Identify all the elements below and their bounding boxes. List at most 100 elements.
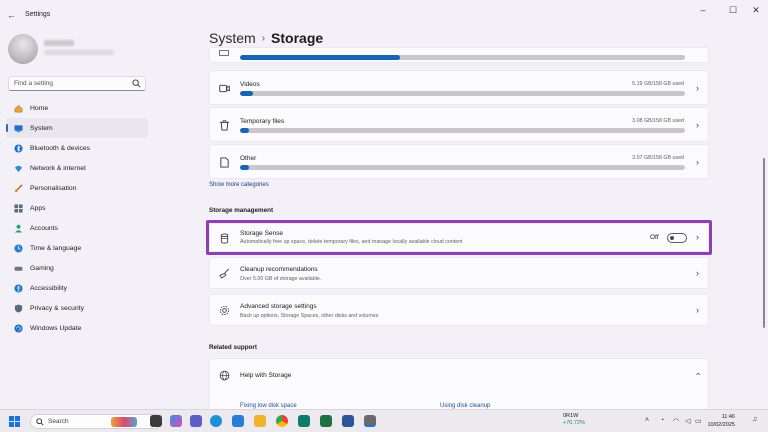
page-title: Storage (271, 30, 324, 46)
sidebar-item-label: Time & language (30, 244, 82, 252)
find-setting-search[interactable]: Find a setting (8, 76, 146, 91)
sidebar-item-label: Apps (30, 204, 46, 212)
chevron-right-icon: › (696, 268, 699, 278)
sidebar-item-gaming[interactable]: Gaming (6, 258, 148, 278)
taskbar-search[interactable]: Search (30, 414, 162, 429)
taskbar: Search 0R1W +70.72% ˄ ◔ ◠ ◁ ▭ 11:46 10/0… (0, 409, 768, 432)
maximize-button[interactable]: ☐ (725, 5, 741, 16)
close-button[interactable]: ✕ (748, 5, 764, 16)
title-bar: ← Settings – ☐ ✕ (0, 0, 768, 30)
related-support-heading: Related support (209, 344, 257, 351)
sidebar-item-privacy-security[interactable]: Privacy & security (6, 298, 148, 318)
outlook-icon[interactable] (232, 415, 244, 427)
tray-chevron-up-icon[interactable]: ˄ (645, 417, 649, 424)
usage-bar (240, 91, 685, 96)
sidebar-item-time-language[interactable]: Time & language (6, 238, 148, 258)
usage-bar (240, 165, 685, 170)
search-placeholder: Find a setting (14, 80, 54, 87)
sidebar-item-accounts[interactable]: Accounts (6, 218, 148, 238)
chevron-right-icon: › (696, 305, 699, 315)
globe-icon (219, 370, 230, 381)
sidebar-item-label: Windows Update (30, 324, 82, 332)
taskbar-search-label: Search (48, 418, 69, 425)
clock-time: 11:46 (721, 414, 735, 420)
tray-app-icon[interactable]: ◔ (660, 417, 664, 424)
help-title: Help with Storage (240, 372, 292, 379)
sidebar-item-label: Accessibility (30, 284, 68, 292)
highlight-box (206, 220, 712, 255)
help-with-storage-card[interactable]: Help with Storage › Fixing low disk spac… (209, 358, 709, 409)
apps-storage-icon (219, 50, 229, 56)
windows-start-icon[interactable] (9, 416, 20, 427)
sidebar-item-windows-update[interactable]: Windows Update (6, 318, 148, 338)
sidebar-item-system[interactable]: System (6, 118, 148, 138)
cleanup-recommendations-row[interactable]: Cleanup recommendations Over 5.00 GB of … (209, 257, 709, 289)
file-explorer-icon[interactable] (254, 415, 266, 427)
update-icon (14, 323, 23, 333)
battery-icon[interactable]: ▭ (695, 417, 702, 425)
item-used: 3.07 GB/158 GB used (632, 155, 684, 161)
chevron-right-icon: › (696, 120, 699, 130)
scrollbar[interactable] (763, 158, 765, 328)
usage-bar (240, 128, 685, 133)
breadcrumb: System › Storage (209, 30, 323, 46)
storage-item-other[interactable]: Other 3.07 GB/158 GB used › (209, 144, 709, 179)
edge-icon[interactable] (210, 415, 222, 427)
sidebar-item-bluetooth-devices[interactable]: Bluetooth & devices (6, 138, 148, 158)
shield-icon (14, 303, 23, 313)
clock[interactable]: 11:46 10/02/2025 (703, 413, 735, 429)
usage-bar-fill (240, 91, 254, 96)
back-button[interactable]: ← (7, 10, 16, 20)
item-used: 3.08 GB/158 GB used (632, 118, 684, 124)
sidebar-item-home[interactable]: Home (6, 98, 148, 118)
minimize-button[interactable]: – (695, 5, 711, 15)
usage-bar-fill (240, 128, 249, 133)
accessibility-icon (14, 283, 23, 293)
chevron-up-icon[interactable]: › (693, 373, 703, 376)
user-email-blurred (44, 50, 114, 55)
cleanup-title: Cleanup recommendations (240, 266, 318, 273)
wifi-tray-icon[interactable]: ◠ (673, 417, 679, 425)
item-label: Other (240, 155, 257, 162)
search-icon (132, 79, 141, 88)
show-more-categories-link[interactable]: Show more categories (209, 182, 269, 188)
home-icon (14, 104, 23, 113)
chrome-icon[interactable] (276, 415, 288, 427)
brush-icon (14, 183, 23, 193)
search-icon (36, 418, 44, 426)
item-label: Temporary files (240, 118, 285, 125)
sidebar-item-label: Privacy & security (30, 304, 85, 312)
advanced-description: Back up options, Storage Spaces, other d… (240, 313, 379, 319)
trash-icon (219, 120, 230, 131)
word-icon[interactable] (342, 415, 354, 427)
system-icon (14, 124, 23, 133)
wifi-icon (14, 164, 23, 173)
sidebar-item-label: Accounts (30, 224, 58, 232)
excel-icon[interactable] (320, 415, 332, 427)
notification-bell-icon[interactable]: ♫ (752, 416, 757, 423)
stock-change: +70.72% (563, 420, 585, 426)
storage-management-heading: Storage management (209, 207, 274, 214)
breadcrumb-separator: › (261, 33, 266, 44)
volume-icon[interactable]: ◁ (685, 417, 690, 425)
storage-item-apps[interactable] (209, 47, 709, 63)
storage-item-videos[interactable]: Videos 5.19 GB/158 GB used › (209, 70, 709, 105)
settings-window: ← Settings – ☐ ✕ Find a setting Home Syst… (0, 0, 768, 409)
sidebar-item-accessibility[interactable]: Accessibility (6, 278, 148, 298)
accounts-icon (14, 224, 23, 233)
task-view-icon[interactable] (150, 415, 162, 427)
sidebar-item-label: Network & internet (30, 164, 86, 172)
sidebar-item-apps[interactable]: Apps (6, 198, 148, 218)
storage-item-temporary-files[interactable]: Temporary files 3.08 GB/158 GB used › (209, 107, 709, 142)
sidebar-item-personalisation[interactable]: Personalisation (6, 178, 148, 198)
stock-widget[interactable]: 0R1W +70.72% (563, 413, 585, 427)
copilot-icon[interactable] (170, 415, 182, 427)
sidebar-item-network-internet[interactable]: Network & internet (6, 158, 148, 178)
advanced-storage-settings-row[interactable]: Advanced storage settings Back up option… (209, 294, 709, 326)
cleanup-description: Over 5.00 GB of storage available. (240, 276, 322, 282)
breadcrumb-parent[interactable]: System (209, 30, 256, 46)
avatar[interactable] (8, 34, 38, 64)
settings-gear-icon[interactable] (364, 415, 376, 427)
teams-icon[interactable] (190, 415, 202, 427)
store-icon[interactable] (298, 415, 310, 427)
